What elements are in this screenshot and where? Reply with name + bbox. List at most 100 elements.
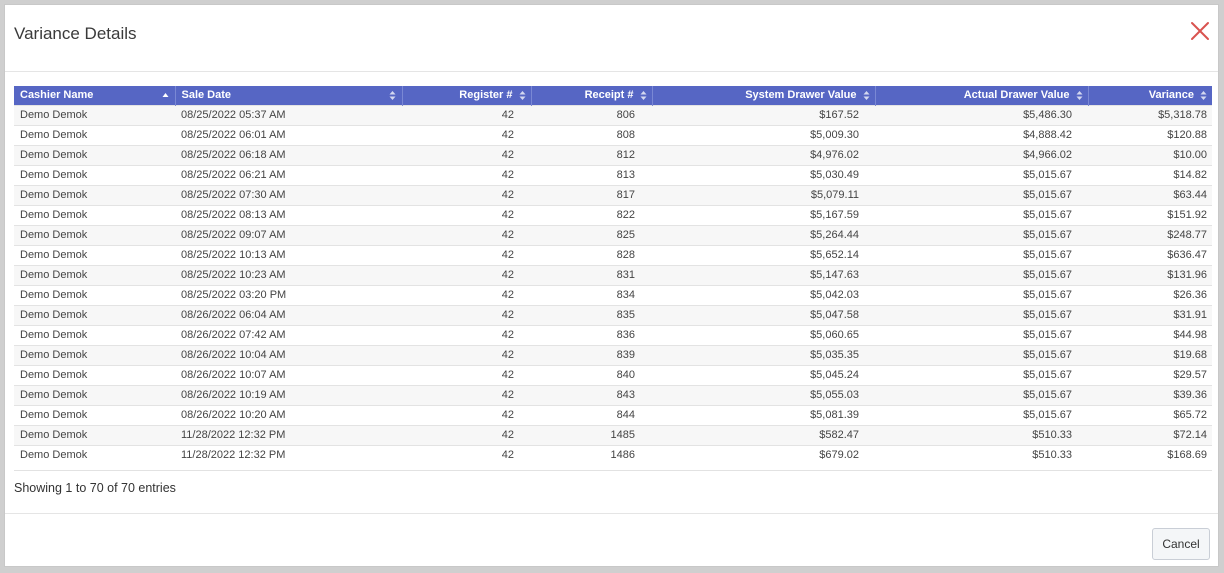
- cell-register: 42: [402, 224, 531, 245]
- table-row: Demo Demok 08/25/2022 07:30 AM 42 817 $5,079…: [14, 184, 1212, 205]
- cell-actual: $5,015.67: [875, 224, 1088, 245]
- cell-receipt: 822: [531, 204, 652, 225]
- cell-date: 08/25/2022 06:18 AM: [175, 144, 402, 165]
- cell-cashier: Demo Demok: [14, 124, 175, 145]
- cell-actual: $5,015.67: [875, 184, 1088, 205]
- cell-system: $5,030.49: [652, 164, 875, 185]
- cell-register: 42: [402, 284, 531, 305]
- cell-register: 42: [402, 424, 531, 445]
- table-header-row: Cashier Name Sale Date Register # Receipt #…: [14, 86, 1212, 105]
- cell-cashier: Demo Demok: [14, 244, 175, 265]
- cell-receipt: 1486: [531, 444, 652, 465]
- cell-receipt: 1485: [531, 424, 652, 445]
- cell-date: 08/26/2022 10:20 AM: [175, 404, 402, 425]
- variance-table: Cashier Name Sale Date Register # Receipt #…: [14, 86, 1212, 465]
- cell-cashier: Demo Demok: [14, 444, 175, 465]
- column-header-receipt[interactable]: Receipt #: [531, 86, 653, 105]
- column-header-cashier[interactable]: Cashier Name: [14, 86, 176, 105]
- cell-receipt: 834: [531, 284, 652, 305]
- cell-cashier: Demo Demok: [14, 344, 175, 365]
- column-header-label: Variance: [1148, 89, 1194, 102]
- cell-system: $5,009.30: [652, 124, 875, 145]
- column-header-variance[interactable]: Variance: [1088, 86, 1212, 105]
- cell-receipt: 840: [531, 364, 652, 385]
- cell-receipt: 836: [531, 324, 652, 345]
- table-row: Demo Demok 08/25/2022 06:21 AM 42 813 $5,030…: [14, 164, 1212, 185]
- close-button[interactable]: [1188, 19, 1212, 43]
- column-header-date[interactable]: Sale Date: [175, 86, 403, 105]
- table-row: Demo Demok 08/25/2022 05:37 AM 42 806 $167.5…: [14, 104, 1212, 125]
- cell-register: 42: [402, 384, 531, 405]
- cell-variance: $31.91: [1088, 304, 1212, 325]
- cell-receipt: 831: [531, 264, 652, 285]
- close-icon: [1191, 22, 1209, 40]
- cell-system: $679.02: [652, 444, 875, 465]
- cell-variance: $10.00: [1088, 144, 1212, 165]
- cell-variance: $29.57: [1088, 364, 1212, 385]
- cell-variance: $168.69: [1088, 444, 1212, 465]
- cell-cashier: Demo Demok: [14, 284, 175, 305]
- cell-receipt: 806: [531, 104, 652, 125]
- column-header-label: Cashier Name: [20, 89, 94, 102]
- cell-system: $5,060.65: [652, 324, 875, 345]
- cell-system: $5,047.58: [652, 304, 875, 325]
- cell-receipt: 825: [531, 224, 652, 245]
- cell-receipt: 808: [531, 124, 652, 145]
- footer-divider: [5, 513, 1218, 514]
- variance-table-scroll[interactable]: Cashier Name Sale Date Register # Receipt #…: [14, 86, 1212, 471]
- cell-variance: $39.36: [1088, 384, 1212, 405]
- cell-receipt: 843: [531, 384, 652, 405]
- cell-date: 08/26/2022 07:42 AM: [175, 324, 402, 345]
- dialog-header: Variance Details: [5, 5, 1218, 72]
- cell-register: 42: [402, 244, 531, 265]
- column-header-system[interactable]: System Drawer Value: [652, 86, 876, 105]
- table-row: Demo Demok 11/28/2022 12:32 PM 42 1486 $679.…: [14, 444, 1212, 465]
- cell-system: $167.52: [652, 104, 875, 125]
- column-header-label: Sale Date: [181, 89, 232, 102]
- cell-system: $5,264.44: [652, 224, 875, 245]
- cell-cashier: Demo Demok: [14, 364, 175, 385]
- cell-register: 42: [402, 104, 531, 125]
- cancel-button[interactable]: Cancel: [1152, 528, 1210, 560]
- cell-cashier: Demo Demok: [14, 104, 175, 125]
- cell-cashier: Demo Demok: [14, 304, 175, 325]
- cell-variance: $14.82: [1088, 164, 1212, 185]
- cell-actual: $4,888.42: [875, 124, 1088, 145]
- sort-icon: [519, 90, 526, 101]
- cell-date: 08/25/2022 08:13 AM: [175, 204, 402, 225]
- cell-actual: $5,015.67: [875, 324, 1088, 345]
- cell-date: 08/25/2022 06:01 AM: [175, 124, 402, 145]
- variance-details-dialog: Variance Details Cashier Name Sale Date Re…: [4, 4, 1219, 567]
- column-header-actual[interactable]: Actual Drawer Value: [875, 86, 1089, 105]
- cell-variance: $63.44: [1088, 184, 1212, 205]
- cell-register: 42: [402, 404, 531, 425]
- cell-register: 42: [402, 444, 531, 465]
- cell-register: 42: [402, 304, 531, 325]
- cell-actual: $510.33: [875, 444, 1088, 465]
- cell-register: 42: [402, 204, 531, 225]
- cell-receipt: 828: [531, 244, 652, 265]
- cell-actual: $5,015.67: [875, 164, 1088, 185]
- sort-icon: [640, 90, 647, 101]
- column-header-label: Actual Drawer Value: [963, 89, 1070, 102]
- cell-actual: $5,015.67: [875, 284, 1088, 305]
- cell-date: 08/25/2022 05:37 AM: [175, 104, 402, 125]
- cell-variance: $19.68: [1088, 344, 1212, 365]
- cell-cashier: Demo Demok: [14, 424, 175, 445]
- table-row: Demo Demok 08/26/2022 10:04 AM 42 839 $5,035…: [14, 344, 1212, 365]
- cell-system: $5,042.03: [652, 284, 875, 305]
- table-row: Demo Demok 08/26/2022 07:42 AM 42 836 $5,060…: [14, 324, 1212, 345]
- cell-date: 08/26/2022 10:19 AM: [175, 384, 402, 405]
- sort-icon: [863, 90, 870, 101]
- cell-variance: $151.92: [1088, 204, 1212, 225]
- cell-actual: $5,015.67: [875, 364, 1088, 385]
- cell-receipt: 817: [531, 184, 652, 205]
- sort-icon: [1076, 90, 1083, 101]
- dialog-title: Variance Details: [14, 24, 137, 43]
- column-header-register[interactable]: Register #: [402, 86, 532, 105]
- cell-cashier: Demo Demok: [14, 384, 175, 405]
- cell-actual: $5,015.67: [875, 344, 1088, 365]
- cell-cashier: Demo Demok: [14, 324, 175, 345]
- table-row: Demo Demok 08/26/2022 10:19 AM 42 843 $5,055…: [14, 384, 1212, 405]
- table-row: Demo Demok 08/26/2022 10:20 AM 42 844 $5,081…: [14, 404, 1212, 425]
